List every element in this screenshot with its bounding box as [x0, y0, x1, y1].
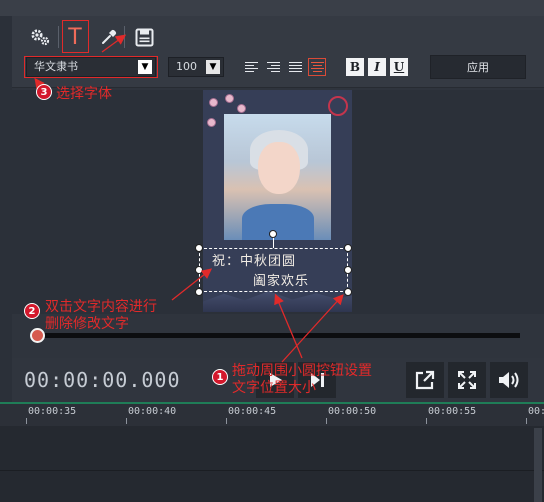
step-3-label: 选择字体: [56, 86, 112, 102]
step-1-badge: 1: [212, 369, 228, 385]
step-3-badge: 3: [36, 84, 52, 100]
step-1-label-line2: 文字位置大小: [232, 380, 316, 396]
annotation-arrows: [34, 34, 344, 363]
step-2-badge: 2: [24, 303, 40, 319]
step-2-label-line2: 删除修改文字: [45, 316, 129, 332]
